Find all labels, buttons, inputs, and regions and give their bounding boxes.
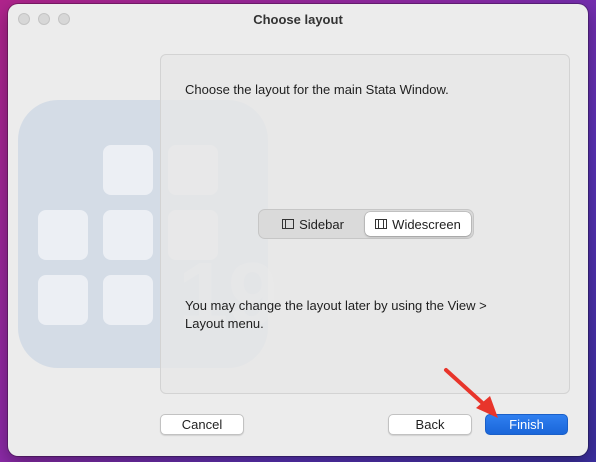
layout-segmented-control: Sidebar Widescreen (258, 209, 474, 239)
sidebar-layout-icon (282, 219, 295, 229)
red-arrow-annotation (444, 368, 498, 418)
sidebar-option-label: Sidebar (299, 216, 344, 232)
intro-text: Choose the layout for the main Stata Win… (185, 82, 449, 97)
note-text: You may change the layout later by using… (185, 298, 487, 331)
cancel-button[interactable]: Cancel (160, 414, 244, 435)
widescreen-option-label: Widescreen (392, 216, 461, 232)
window-title: Choose layout (253, 12, 343, 27)
widescreen-layout-icon (375, 219, 388, 229)
layout-panel: Choose the layout for the main Stata Win… (160, 54, 570, 394)
title-bar: Choose layout (8, 4, 588, 34)
sidebar-option[interactable]: Sidebar (261, 212, 365, 236)
widescreen-option[interactable]: Widescreen (365, 212, 471, 236)
